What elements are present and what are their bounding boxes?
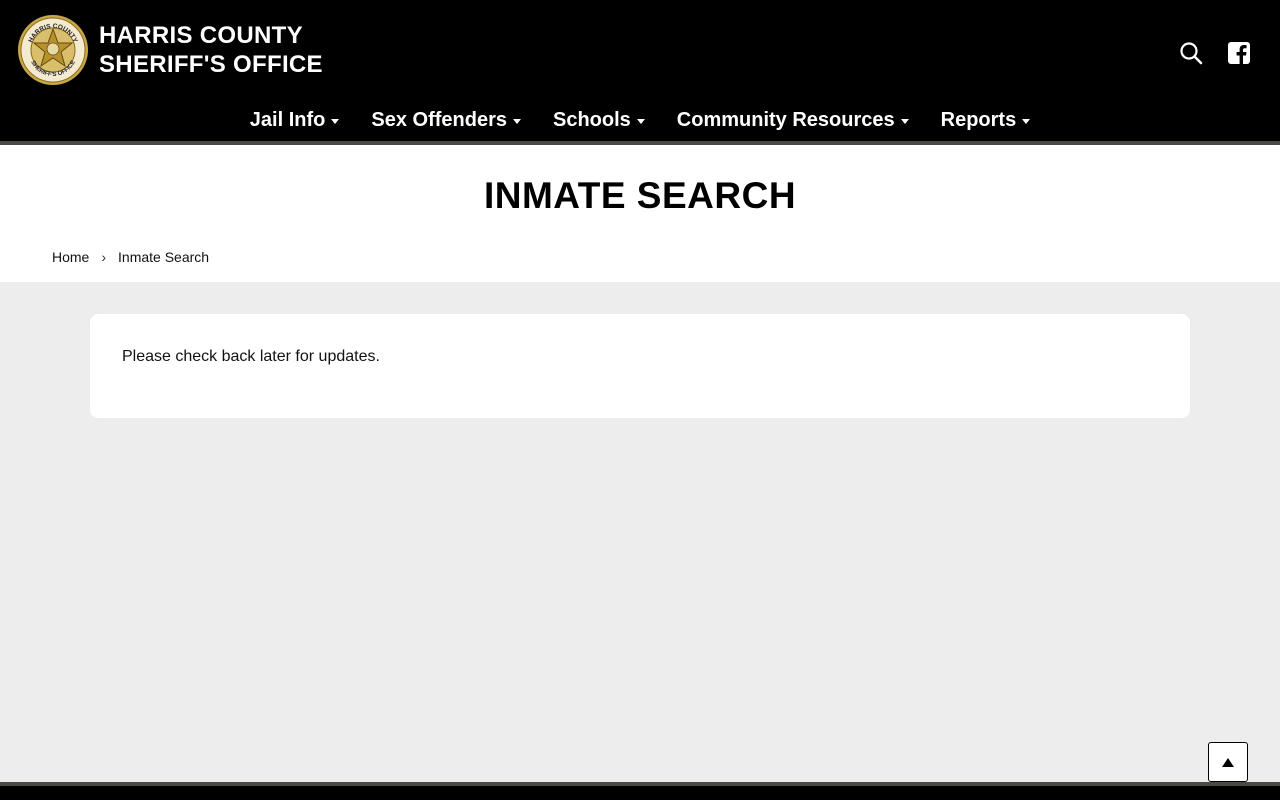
site-name[interactable]: HARRIS COUNTY SHERIFF'S OFFICE bbox=[99, 21, 323, 79]
page-title: INMATE SEARCH bbox=[483, 175, 797, 216]
nav-item-schools[interactable]: Schools bbox=[553, 109, 645, 132]
logo-link[interactable]: HARRIS COUNTY SHERIFF'S OFFICE HARRIS CO… bbox=[17, 14, 323, 86]
caret-down-icon bbox=[636, 118, 645, 124]
status-message: Please check back later for updates. bbox=[122, 348, 380, 365]
site-header: HARRIS COUNTY SHERIFF'S OFFICE HARRIS CO… bbox=[0, 0, 1280, 141]
breadcrumb: Home › Inmate Search bbox=[52, 249, 209, 265]
main-nav: Jail Info Sex Offenders Schools Communit… bbox=[0, 104, 1280, 136]
facebook-icon[interactable] bbox=[1226, 40, 1252, 66]
content-card: Please check back later for updates. bbox=[90, 314, 1190, 418]
nav-label: Jail Info bbox=[249, 108, 326, 131]
scroll-to-top-button[interactable] bbox=[1208, 742, 1248, 782]
nav-item-reports[interactable]: Reports bbox=[941, 109, 1031, 132]
caret-down-icon bbox=[1022, 118, 1031, 124]
sheriff-badge-logo: HARRIS COUNTY SHERIFF'S OFFICE bbox=[18, 15, 88, 85]
nav-label: Schools bbox=[552, 108, 631, 131]
caret-down-icon bbox=[331, 118, 340, 124]
nav-item-community-resources[interactable]: Community Resources bbox=[677, 109, 909, 132]
nav-item-jail-info[interactable]: Jail Info bbox=[250, 109, 340, 132]
nav-label: Community Resources bbox=[676, 108, 895, 131]
arrow-up-icon bbox=[1222, 757, 1234, 767]
nav-item-sex-offenders[interactable]: Sex Offenders bbox=[371, 109, 521, 132]
breadcrumb-current: Inmate Search bbox=[118, 249, 210, 265]
site-footer bbox=[0, 786, 1280, 800]
header-icons bbox=[1178, 40, 1252, 66]
site-name-line1: HARRIS COUNTY bbox=[99, 22, 303, 49]
breadcrumb-separator-icon: › bbox=[101, 249, 107, 265]
caret-down-icon bbox=[900, 118, 909, 124]
breadcrumb-home-link[interactable]: Home bbox=[52, 249, 89, 265]
caret-down-icon bbox=[512, 118, 521, 124]
nav-label: Sex Offenders bbox=[371, 108, 507, 131]
site-name-line2: SHERIFF'S OFFICE bbox=[99, 51, 323, 78]
nav-label: Reports bbox=[940, 108, 1017, 131]
page-title-band: INMATE SEARCH Home › Inmate Search bbox=[0, 145, 1280, 282]
search-icon[interactable] bbox=[1178, 40, 1204, 66]
